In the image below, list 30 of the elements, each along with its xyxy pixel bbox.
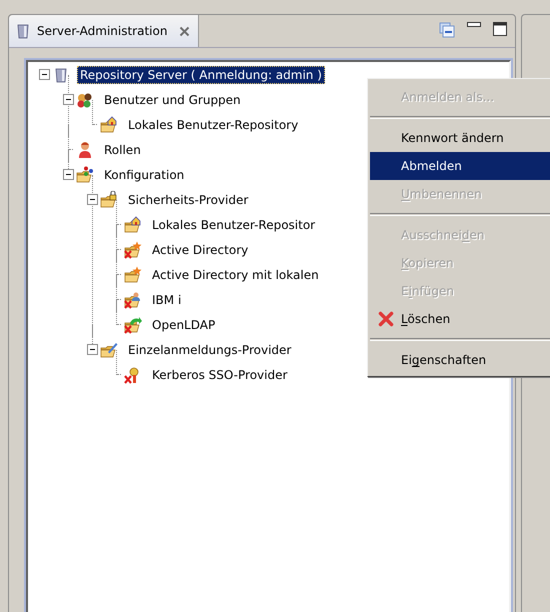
- collapse-all-icon[interactable]: [439, 22, 455, 38]
- menu-item[interactable]: Kennwort ändern: [370, 124, 550, 152]
- tree-item[interactable]: Repository Server ( Anmeldung: admin ): [77, 66, 325, 84]
- tree-item[interactable]: Konfiguration: [101, 166, 188, 184]
- delete-icon: [378, 311, 394, 327]
- server-icon: [15, 23, 31, 39]
- menu-item[interactable]: Abmelden: [370, 152, 550, 180]
- collapse-toggle[interactable]: [87, 194, 98, 205]
- menu-item[interactable]: Löschen: [370, 305, 550, 333]
- menu-item[interactable]: Eigenschaften: [370, 346, 550, 374]
- tree-item[interactable]: Lokales Benutzer-Repository: [125, 116, 302, 134]
- tree-item[interactable]: IBM i: [149, 290, 184, 308]
- close-icon[interactable]: [179, 26, 190, 36]
- tree-item[interactable]: Kerberos SSO-Provider: [149, 366, 290, 384]
- collapse-toggle[interactable]: [63, 94, 74, 105]
- view-tab[interactable]: Server-Administration: [9, 15, 200, 47]
- tree-item[interactable]: Rollen: [101, 140, 144, 158]
- tab-title: Server-Administration: [37, 24, 168, 38]
- collapse-toggle[interactable]: [87, 344, 98, 355]
- tree-item[interactable]: Active Directory mit lokalen: [149, 266, 322, 284]
- tree-item[interactable]: Benutzer und Gruppen: [101, 90, 244, 108]
- minimize-icon[interactable]: [467, 22, 481, 30]
- collapse-toggle[interactable]: [39, 69, 50, 80]
- tree-item[interactable]: Lokales Benutzer-Repositor: [149, 216, 318, 234]
- maximize-icon[interactable]: [493, 22, 507, 36]
- tree-item[interactable]: OpenLDAP: [149, 316, 218, 334]
- collapse-toggle[interactable]: [63, 169, 74, 180]
- tree-item[interactable]: Einzelanmeldungs-Provider: [125, 340, 294, 358]
- tree-item[interactable]: Sicherheits-Provider: [125, 190, 252, 208]
- tree-item[interactable]: Active Directory: [149, 240, 252, 258]
